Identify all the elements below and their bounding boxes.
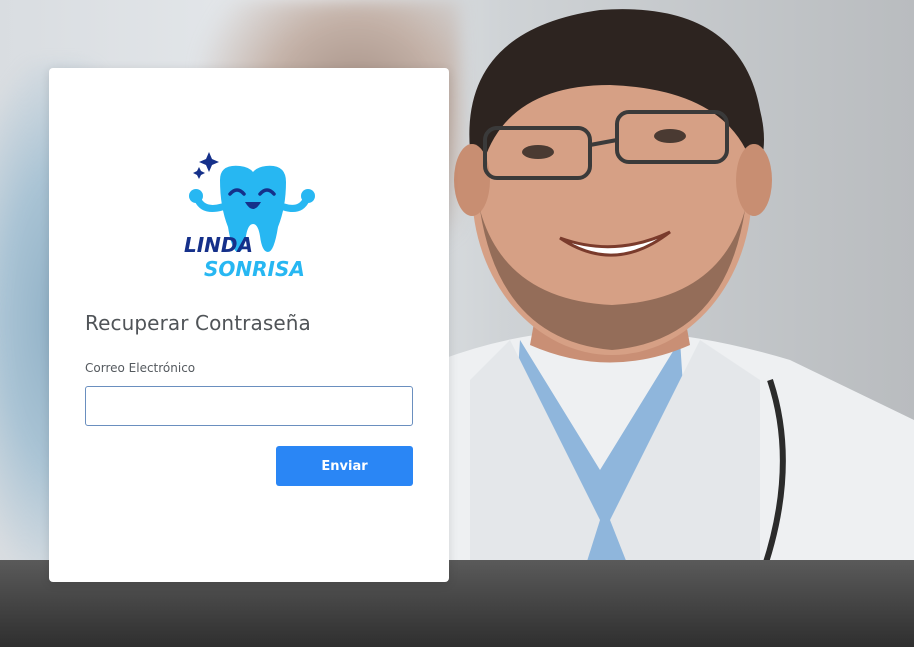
sparkle-small-icon	[193, 167, 205, 179]
email-input[interactable]	[85, 386, 413, 426]
brand-line1: LINDA	[184, 233, 253, 257]
tooth-arm-right	[280, 196, 310, 212]
email-label: Correo Electrónico	[85, 361, 196, 375]
tooth-arm-left	[194, 196, 226, 212]
linda-sonrisa-logo: LINDA SONRISA	[184, 152, 315, 281]
sparkle-large-icon	[199, 152, 219, 172]
tooth-fist-right	[301, 189, 315, 203]
brand-line2: SONRISA	[204, 257, 305, 281]
eye-left	[522, 145, 554, 159]
ear-right	[736, 144, 772, 216]
recover-password-card: LINDA SONRISA Recuperar Contraseña Corre…	[49, 68, 449, 582]
page-title: Recuperar Contraseña	[85, 311, 311, 335]
tooth-fist-left	[189, 189, 203, 203]
eye-right	[654, 129, 686, 143]
submit-button[interactable]: Enviar	[276, 446, 413, 486]
